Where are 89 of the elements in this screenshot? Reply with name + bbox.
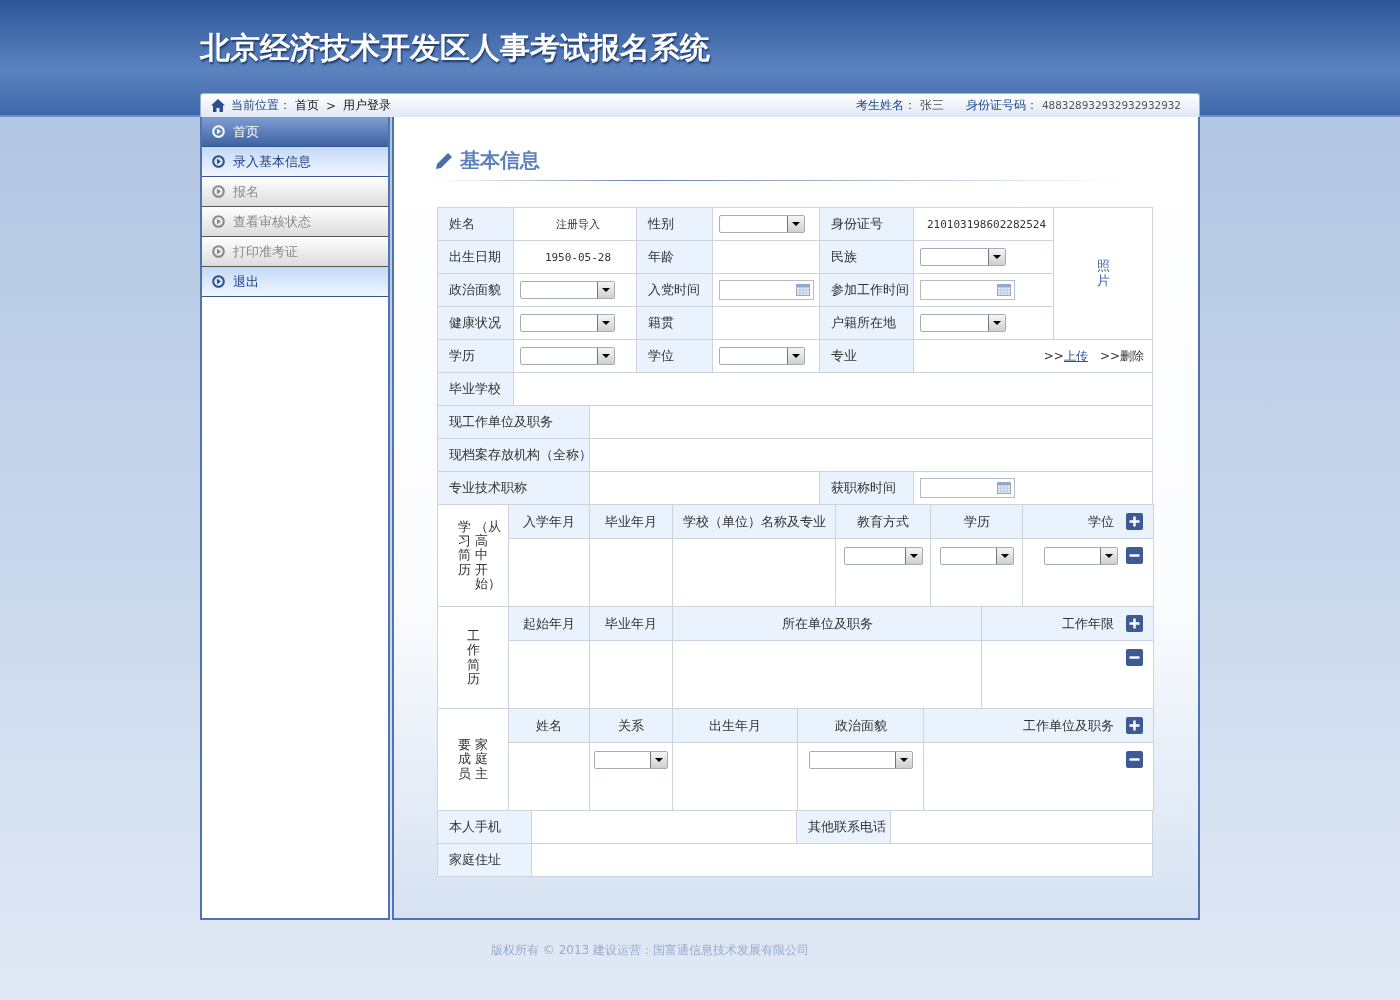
column-header: 毕业年月 <box>604 614 658 633</box>
field-label: 家庭住址 <box>437 843 532 877</box>
date-field[interactable] <box>920 478 1015 498</box>
photo-link[interactable]: >>上传 <box>1043 348 1088 363</box>
photo-field[interactable]: 照片 <box>1053 207 1153 340</box>
play-circle-icon <box>212 275 225 288</box>
play-circle-icon <box>212 215 225 228</box>
field-label: 其他联系电话 <box>796 810 891 844</box>
photo-link[interactable]: >>删除 <box>1099 348 1144 363</box>
section-title: 基本信息 <box>460 147 540 174</box>
field-label: 入党时间 <box>636 273 713 307</box>
column-header: 入学年月 <box>522 512 576 531</box>
site-title: 北京经济技术开发区人事考试报名系统 <box>200 29 711 66</box>
field-label: 民族 <box>819 240 914 274</box>
field-label: 年龄 <box>636 240 713 274</box>
field-label: 专业 <box>819 339 914 373</box>
dropdown[interactable] <box>808 751 913 769</box>
id-value: 488328932932932932932 <box>1041 99 1181 112</box>
play-circle-icon <box>212 185 225 198</box>
add-row-icon[interactable] <box>1126 513 1143 530</box>
field-label: 学历 <box>437 339 514 373</box>
dropdown[interactable] <box>939 547 1014 565</box>
sidebar-item[interactable]: 首页 <box>202 117 388 147</box>
breadcrumb-label: 当前位置： <box>231 97 291 114</box>
field-label: 身份证号 <box>819 207 914 241</box>
field-value: 210103198602282524 <box>926 217 1047 231</box>
dropdown[interactable] <box>594 751 668 769</box>
id-label: 身份证号码： <box>965 97 1038 114</box>
column-header: 出生年月 <box>708 716 762 735</box>
field-label: 本人手机 <box>437 810 532 844</box>
breadcrumb-separator: > <box>326 98 337 113</box>
column-header: 教育方式 <box>856 512 910 531</box>
breadcrumb-link[interactable]: 首页 <box>295 97 319 114</box>
field-label: 健康状况 <box>437 306 514 340</box>
play-circle-icon <box>212 155 225 168</box>
column-header: 政治面貌 <box>833 716 888 735</box>
field-label: 参加工作时间 <box>819 273 914 307</box>
column-header: 关系 <box>617 716 645 735</box>
field-label: 学位 <box>636 339 713 373</box>
dropdown[interactable] <box>920 314 1006 332</box>
dropdown[interactable] <box>520 281 615 299</box>
column-header: 工作单位及职务 <box>1022 716 1114 735</box>
date-field[interactable] <box>920 280 1015 300</box>
play-circle-icon <box>212 125 225 138</box>
field-label: 现档案存放机构（全称） <box>437 438 590 472</box>
field-label: 专业技术职称 <box>437 471 590 505</box>
field-label: 获职称时间 <box>819 471 914 505</box>
section-label: 学习简历 （从高中开始） <box>437 504 509 607</box>
field-value: 1950-05-28 <box>544 250 612 264</box>
column-header: 姓名 <box>535 716 563 735</box>
column-header: 所在单位及职务 <box>780 614 874 633</box>
dropdown[interactable] <box>920 248 1006 266</box>
add-row-icon[interactable] <box>1126 717 1143 734</box>
copyright-text: 版权所有 © 2013 建设运营：国富通信息技术发展有限公司 <box>490 942 810 959</box>
sidebar-item[interactable]: 退出 <box>202 267 388 297</box>
pencil-icon <box>434 150 454 171</box>
play-circle-icon <box>212 245 225 258</box>
field-label: 毕业学校 <box>437 372 514 406</box>
field-value: 注册导入 <box>556 216 600 232</box>
field-label: 政治面貌 <box>437 273 514 307</box>
name-label: 考生姓名： <box>855 97 916 114</box>
field-label: 户籍所在地 <box>819 306 914 340</box>
home-icon <box>211 99 225 112</box>
field-label: 籍贯 <box>636 306 713 340</box>
field-label: 性别 <box>636 207 713 241</box>
remove-row-icon[interactable] <box>1126 751 1143 768</box>
column-header: 学位 <box>1087 512 1114 531</box>
dropdown[interactable] <box>719 347 805 365</box>
dropdown[interactable] <box>520 314 615 332</box>
remove-row-icon[interactable] <box>1126 547 1143 564</box>
remove-row-icon[interactable] <box>1126 649 1143 666</box>
dropdown[interactable] <box>843 547 923 565</box>
section-label: 工作简历 <box>437 606 509 709</box>
sidebar-item[interactable]: 录入基本信息 <box>202 147 388 177</box>
column-header: 毕业年月 <box>604 512 658 531</box>
add-row-icon[interactable] <box>1126 615 1143 632</box>
date-field[interactable] <box>719 280 814 300</box>
dropdown[interactable] <box>719 215 805 233</box>
field-label: 姓名 <box>437 207 514 241</box>
dropdown[interactable] <box>1044 547 1118 565</box>
column-header: 起始年月 <box>522 614 576 633</box>
field-label: 现工作单位及职务 <box>437 405 590 439</box>
column-header: 学校（单位）名称及专业 <box>682 512 826 531</box>
column-header: 工作年限 <box>1061 614 1114 633</box>
field-label: 出生日期 <box>437 240 514 274</box>
breadcrumb-link[interactable]: 用户登录 <box>343 97 392 114</box>
name-value: 张三 <box>919 97 944 114</box>
column-header: 学历 <box>962 512 991 531</box>
dropdown[interactable] <box>520 347 615 365</box>
